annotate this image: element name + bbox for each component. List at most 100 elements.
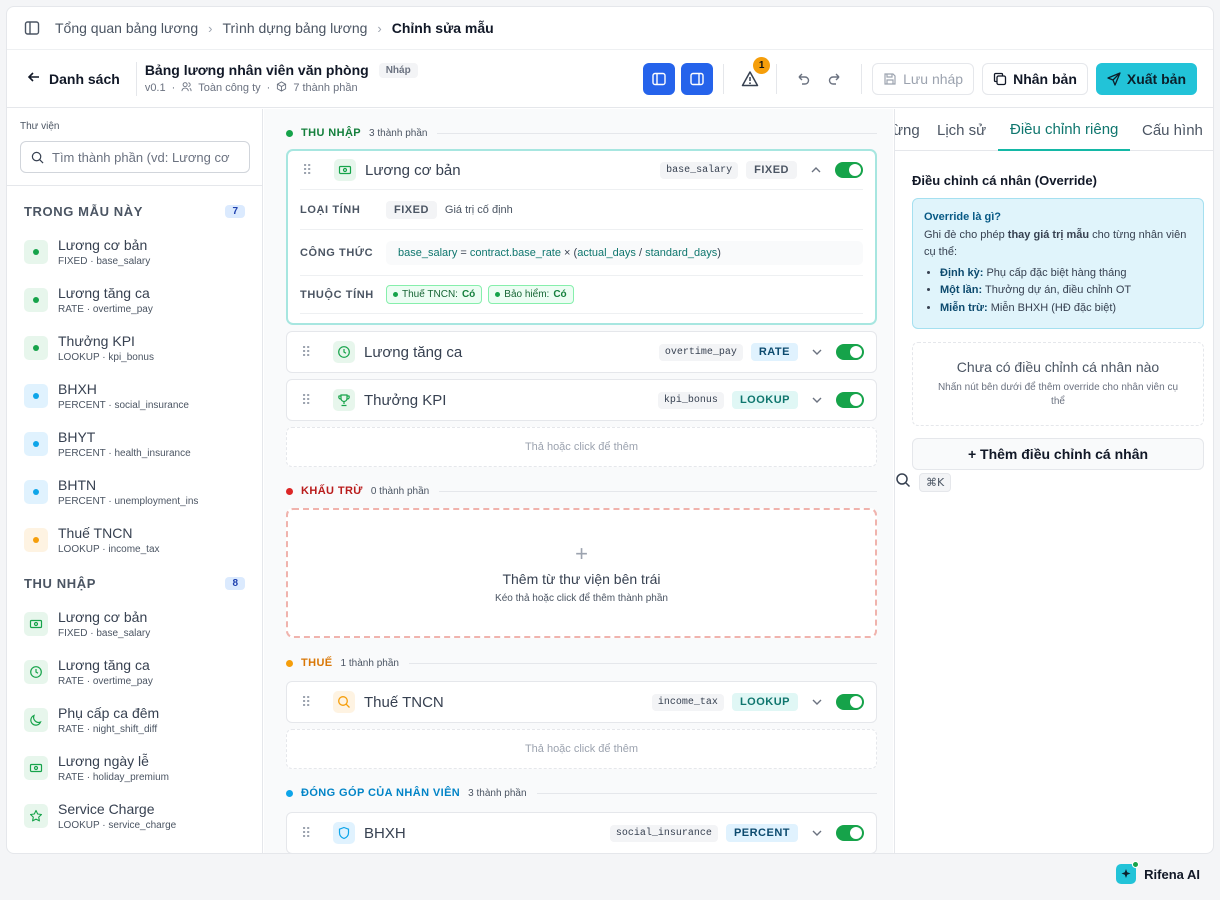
section-count-badge: 8 — [225, 576, 245, 590]
star-icon — [24, 804, 48, 828]
item-name: Lương ngày lễ — [58, 753, 149, 769]
list-item[interactable]: BHTN PERCENT · unemployment_ins — [7, 468, 262, 516]
formula-var: standard_days — [645, 246, 718, 259]
tab-cut[interactable]: ừng — [895, 109, 920, 151]
list-item[interactable]: Phụ cấp ca đêm RATE · night_shift_diff — [7, 696, 262, 744]
formula-var: contract.base_rate — [469, 246, 561, 259]
list-item[interactable]: Lương tăng ca RATE · overtime_pay — [7, 648, 262, 696]
drag-handle-icon[interactable]: ⠿ — [301, 694, 315, 711]
item-sub: RATE · overtime_pay — [58, 304, 153, 315]
deduction-drop-zone[interactable]: + Thêm từ thư viện bên trái Kéo thả hoặc… — [286, 508, 877, 638]
save-draft-button[interactable]: Lưu nháp — [872, 62, 975, 95]
page-title: Bảng lương nhân viên văn phòng — [144, 62, 369, 78]
info-item-key: Miễn trừ: — [940, 301, 988, 314]
document-info: Bảng lương nhân viên văn phòng Nháp v0.1… — [145, 62, 418, 95]
list-item[interactable]: BHXH PERCENT · social_insurance — [7, 372, 262, 420]
component-card-income-tax[interactable]: ⠿ Thuế TNCN income_tax LOOKUP — [286, 681, 877, 723]
component-library-sidebar: Thư viện Tìm thành phần (vd: Lương cơ TR… — [7, 109, 263, 853]
redo-button[interactable] — [819, 63, 851, 95]
panel-left-icon — [652, 72, 666, 85]
list-item[interactable]: BHYT PERCENT · health_insurance — [7, 420, 262, 468]
contribution-dot-icon — [24, 384, 48, 408]
formula-op: × ( — [561, 246, 578, 259]
contribution-dot-icon — [24, 480, 48, 504]
enable-toggle[interactable] — [836, 392, 864, 408]
enable-toggle[interactable] — [835, 162, 863, 178]
list-item[interactable]: Thuế TNCN LOOKUP · income_tax — [7, 516, 262, 564]
breadcrumb-payroll-overview[interactable]: Tổng quan bảng lương — [55, 20, 198, 36]
cube-icon — [276, 81, 287, 95]
item-sub: LOOKUP · income_tax — [58, 544, 160, 555]
breadcrumb-current: Chỉnh sửa mẫu — [391, 20, 494, 36]
item-name: BHXH — [58, 381, 97, 397]
assistant-label: Rifena AI — [1144, 866, 1200, 882]
component-card-base-salary[interactable]: ⠿ Lương cơ bản base_salary FIXED LOẠI TÍ… — [286, 149, 877, 325]
back-button[interactable]: Danh sách — [27, 61, 137, 96]
sidebar-toggle-icon[interactable] — [23, 19, 41, 37]
info-text: Ghi đè cho phép — [924, 228, 1008, 241]
library-search-input[interactable]: Tìm thành phần (vd: Lương cơ — [20, 141, 250, 173]
money-icon — [24, 756, 48, 780]
chevron-down-icon[interactable] — [810, 346, 824, 358]
formula-var: base_salary — [398, 246, 458, 259]
library-label: Thư viện — [20, 121, 60, 132]
chevron-down-icon[interactable] — [810, 394, 824, 406]
income-drop-zone[interactable]: Thả hoặc click để thêm — [286, 427, 877, 467]
list-item[interactable]: Service Charge LOOKUP · service_charge — [7, 792, 262, 840]
save-draft-label: Lưu nháp — [903, 70, 964, 87]
publish-button[interactable]: Xuất bản — [1095, 62, 1197, 95]
sparkle-icon — [1116, 861, 1140, 884]
component-type-badge: PERCENT — [725, 824, 798, 842]
component-key: kpi_bonus — [657, 391, 724, 409]
component-card-overtime[interactable]: ⠿ Lương tăng ca overtime_pay RATE — [286, 331, 877, 373]
group-label: KHẤU TRỪ — [301, 485, 363, 497]
item-sub: RATE · holiday_premium — [58, 772, 169, 783]
enable-toggle[interactable] — [836, 825, 864, 841]
tab-overrides[interactable]: Điều chỉnh riêng — [998, 109, 1131, 151]
list-item[interactable]: Lương ngày lễ RATE · holiday_premium — [7, 744, 262, 792]
drag-handle-icon[interactable]: ⠿ — [301, 344, 315, 361]
toggle-left-panel-button[interactable] — [643, 62, 676, 95]
item-name: Phụ cấp ca đêm — [58, 705, 160, 721]
chevron-up-icon[interactable] — [809, 164, 823, 176]
component-key: overtime_pay — [658, 343, 743, 361]
info-item-key: Một lần: — [940, 284, 983, 297]
list-item[interactable]: Lương tăng ca RATE · overtime_pay — [7, 276, 262, 324]
component-type-badge: RATE — [750, 343, 798, 361]
component-card-kpi[interactable]: ⠿ Thưởng KPI kpi_bonus LOOKUP — [286, 379, 877, 421]
list-item[interactable]: Lương cơ bản FIXED · base_salary — [7, 228, 262, 276]
toggle-right-panel-button[interactable] — [681, 62, 714, 95]
item-sub: PERCENT · social_insurance — [58, 400, 189, 411]
tab-settings[interactable]: Cấu hình — [1142, 109, 1203, 151]
rifena-ai-launcher[interactable]: Rifena AI — [1116, 861, 1200, 884]
breadcrumb-payroll-builder[interactable]: Trình dựng bảng lương — [222, 20, 367, 36]
list-item[interactable]: Thưởng KPI LOOKUP · kpi_bonus — [7, 324, 262, 372]
component-type-badge: LOOKUP — [731, 693, 798, 711]
formula-expression[interactable]: base_salary = contract.base_rate × (actu… — [386, 240, 863, 265]
drag-handle-icon[interactable]: ⠿ — [301, 825, 315, 842]
list-item[interactable]: Lương cơ bản FIXED · base_salary — [7, 600, 262, 648]
chevron-down-icon[interactable] — [810, 827, 824, 839]
duplicate-button[interactable]: Nhân bản — [982, 62, 1088, 95]
app-window: Tổng quan bảng lương › Trình dựng bảng l… — [6, 6, 1214, 854]
tax-drop-zone[interactable]: Thả hoặc click để thêm — [286, 729, 877, 769]
chevron-down-icon[interactable] — [810, 696, 824, 708]
item-name: Lương tăng ca — [58, 285, 150, 301]
group-label: THUẾ — [301, 657, 333, 669]
drag-handle-icon[interactable]: ⠿ — [302, 162, 316, 179]
group-deduction-header: KHẤU TRỪ 0 thành phần — [286, 480, 877, 502]
drag-handle-icon[interactable]: ⠿ — [301, 392, 315, 409]
tab-history[interactable]: Lịch sử — [937, 109, 986, 151]
duplicate-label: Nhân bản — [1013, 70, 1077, 87]
clock-icon — [24, 660, 48, 684]
trophy-icon — [333, 389, 355, 411]
add-override-button[interactable]: + Thêm điều chỉnh cá nhân — [912, 437, 1204, 470]
undo-button[interactable] — [787, 63, 819, 95]
enable-toggle[interactable] — [836, 344, 864, 360]
info-list-item: Một lần: Thưởng dự án, điều chỉnh OT — [940, 282, 1192, 300]
income-dot-icon — [24, 336, 48, 360]
enable-toggle[interactable] — [836, 694, 864, 710]
group-count: 3 thành phần — [369, 127, 428, 139]
warnings-button[interactable]: 1 — [734, 56, 771, 95]
component-card-bhxh[interactable]: ⠿ BHXH social_insurance PERCENT — [286, 812, 877, 853]
